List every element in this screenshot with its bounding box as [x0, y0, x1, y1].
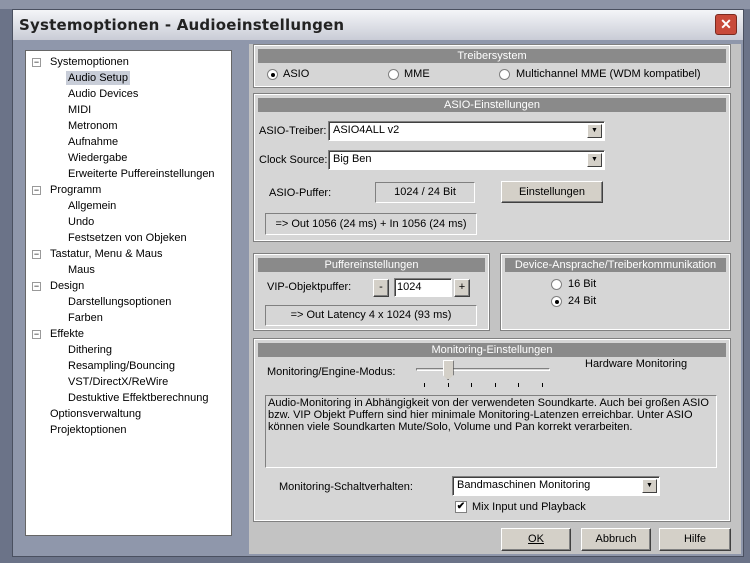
- tree-item[interactable]: Programm: [48, 183, 103, 197]
- tree-item[interactable]: Maus: [66, 263, 97, 277]
- radio-label: Multichannel MME (WDM kompatibel): [516, 68, 701, 80]
- tree-item[interactable]: Design: [48, 279, 86, 293]
- selected-value: ASIO4ALL v2: [333, 124, 400, 136]
- monitoring-switch-select[interactable]: Bandmaschinen Monitoring ▼: [452, 476, 660, 496]
- slider-track: [416, 368, 550, 371]
- monitoring-panel: Monitoring-Einstellungen Monitoring/Engi…: [253, 338, 731, 522]
- tree-item[interactable]: VST/DirectX/ReWire: [66, 375, 170, 389]
- selected-value: Big Ben: [333, 153, 372, 165]
- settings-area: Treibersystem ASIO MME Multichannel MME …: [249, 44, 741, 554]
- panel-title: Treibersystem: [258, 49, 726, 63]
- panel-title: Device-Ansprache/Treiberkommunikation: [505, 258, 726, 272]
- options-tree: − Systemoptionen Audio Setup Audio Devices M…: [25, 50, 232, 536]
- monitoring-switch-label: Monitoring-Schaltverhalten:: [279, 481, 413, 493]
- asio-driver-select[interactable]: ASIO4ALL v2 ▼: [328, 121, 605, 141]
- clock-source-select[interactable]: Big Ben ▼: [328, 150, 605, 170]
- collapse-icon[interactable]: −: [32, 282, 41, 291]
- slider-tick: [518, 383, 520, 387]
- radio-16-bit[interactable]: [551, 279, 562, 290]
- window-title: Systemoptionen - Audioeinstellungen: [19, 16, 345, 34]
- asio-buffer-label: ASIO-Puffer:: [269, 187, 332, 199]
- slider-tick: [424, 383, 425, 387]
- tree-item[interactable]: Optionsverwaltung: [48, 407, 143, 421]
- asio-latency-display: => Out 1056 (24 ms) + In 1056 (24 ms): [265, 213, 477, 235]
- monitoring-description: Audio-Monitoring in Abhängigkeit von der…: [265, 395, 717, 468]
- chevron-down-icon: ▼: [642, 479, 657, 493]
- background-app: [0, 0, 750, 9]
- monitoring-mode-slider[interactable]: [442, 360, 454, 380]
- tree-item[interactable]: Systemoptionen: [48, 55, 131, 69]
- panel-title: Puffereinstellungen: [258, 258, 485, 272]
- chevron-down-icon: ▼: [587, 153, 602, 167]
- asio-settings-panel: ASIO-Einstellungen ASIO-Treiber: ASIO4AL…: [253, 93, 731, 242]
- tree-item[interactable]: Metronom: [66, 119, 120, 133]
- title-bar: Systemoptionen - Audioeinstellungen ✕: [13, 10, 743, 40]
- collapse-icon[interactable]: −: [32, 330, 41, 339]
- mix-input-label: Mix Input und Playback: [472, 501, 586, 513]
- mix-input-checkbox[interactable]: ✔: [455, 501, 467, 513]
- collapse-icon[interactable]: −: [32, 250, 41, 259]
- vip-buffer-input[interactable]: 1024: [394, 278, 452, 297]
- radio-label: ASIO: [283, 68, 310, 80]
- radio-24-bit[interactable]: [551, 296, 562, 307]
- collapse-icon[interactable]: −: [32, 186, 41, 195]
- tree-item[interactable]: Resampling/Bouncing: [66, 359, 177, 373]
- close-button[interactable]: ✕: [715, 14, 737, 35]
- buffer-latency-display: => Out Latency 4 x 1024 (93 ms): [265, 305, 477, 326]
- tree-item[interactable]: Destuktive Effektberechnung: [66, 391, 210, 405]
- buffer-settings-panel: Puffereinstellungen VIP-Objektpuffer: - …: [253, 253, 490, 331]
- tree-item[interactable]: Farben: [66, 311, 105, 325]
- panel-title: ASIO-Einstellungen: [258, 98, 726, 112]
- collapse-icon[interactable]: −: [32, 58, 41, 67]
- tree-item[interactable]: Erweiterte Puffereinstellungen: [66, 167, 217, 181]
- slider-tick: [494, 383, 496, 387]
- tree-item[interactable]: Allgemein: [66, 199, 118, 213]
- tree-item[interactable]: Festsetzen von Objeken: [66, 231, 189, 245]
- asio-driver-label: ASIO-Treiber:: [259, 125, 327, 137]
- vip-buffer-label: VIP-Objektpuffer:: [267, 281, 352, 293]
- asio-settings-button[interactable]: Einstellungen: [501, 181, 603, 203]
- radio-mme[interactable]: [388, 69, 399, 80]
- tree-item[interactable]: Undo: [66, 215, 96, 229]
- tree-item[interactable]: Audio Setup: [66, 71, 130, 85]
- device-panel: Device-Ansprache/Treiberkommunikation 16…: [500, 253, 731, 331]
- radio-label: 24 Bit: [568, 295, 597, 307]
- radio-label: MME: [404, 68, 430, 80]
- slider-tick: [471, 383, 473, 387]
- chevron-down-icon: ▼: [587, 124, 602, 138]
- selected-value: Bandmaschinen Monitoring: [457, 479, 591, 491]
- tree-item[interactable]: MIDI: [66, 103, 93, 117]
- increase-button[interactable]: +: [454, 279, 470, 297]
- tree-item[interactable]: Wiedergabe: [66, 151, 129, 165]
- decrease-button[interactable]: -: [373, 279, 389, 297]
- tree-item[interactable]: Dithering: [66, 343, 114, 357]
- help-button[interactable]: Hilfe: [659, 528, 731, 551]
- audio-settings-dialog: Systemoptionen - Audioeinstellungen ✕ − S…: [12, 9, 744, 557]
- radio-multichannel-mme[interactable]: [499, 69, 510, 80]
- radio-label: 16 Bit: [568, 278, 597, 290]
- driver-system-panel: Treibersystem ASIO MME Multichannel MME …: [253, 44, 731, 88]
- asio-buffer-value: 1024 / 24 Bit: [375, 182, 475, 203]
- tree-item[interactable]: Tastatur, Menu & Maus: [48, 247, 165, 261]
- radio-asio[interactable]: [267, 69, 278, 80]
- tree-item[interactable]: Projektoptionen: [48, 423, 128, 437]
- tree-item[interactable]: Effekte: [48, 327, 86, 341]
- slider-tick: [447, 383, 449, 387]
- panel-title: Monitoring-Einstellungen: [258, 343, 726, 357]
- ok-button[interactable]: OK: [501, 528, 571, 551]
- monitoring-mode-label: Monitoring/Engine-Modus:: [267, 366, 396, 378]
- tree-item[interactable]: Darstellungsoptionen: [66, 295, 173, 309]
- cancel-button[interactable]: Abbruch: [581, 528, 651, 551]
- monitoring-mode-value: Hardware Monitoring: [585, 358, 688, 370]
- tree-item[interactable]: Audio Devices: [66, 87, 140, 101]
- clock-source-label: Clock Source:: [259, 154, 328, 166]
- tree-item[interactable]: Aufnahme: [66, 135, 120, 149]
- slider-tick: [542, 383, 543, 387]
